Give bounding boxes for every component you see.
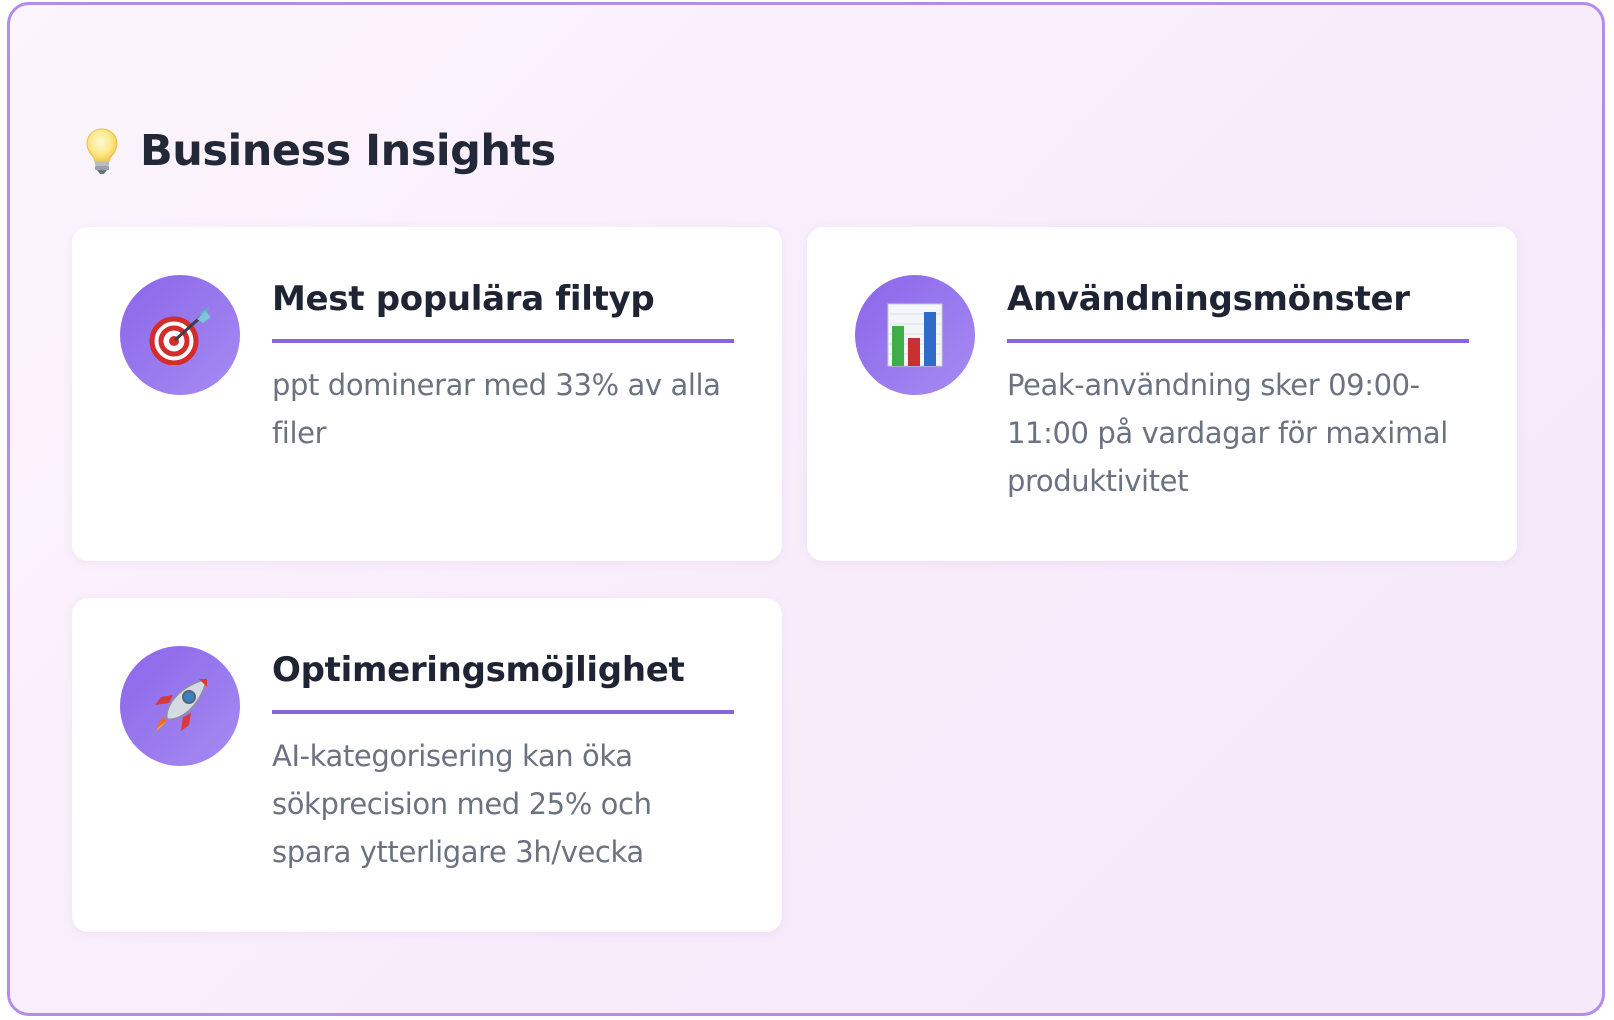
card-title: Användningsmönster	[1007, 279, 1469, 343]
card-title: Mest populära filtyp	[272, 279, 734, 343]
insight-card-popular-filetype: Mest populära filtyp ppt dominerar med 3…	[72, 227, 782, 561]
rocket-icon	[120, 646, 240, 766]
card-text: AI-kategorisering kan öka sökprecision m…	[272, 739, 652, 869]
bar-chart-icon	[855, 275, 975, 395]
section-title: Business Insights	[140, 126, 556, 176]
insight-card-usage-pattern: Användningsmönster Peak-användning sker …	[807, 227, 1517, 561]
card-text: Peak-användning sker 09:00-11:00 på vard…	[1007, 368, 1448, 498]
lightbulb-icon	[82, 125, 122, 177]
insight-card-optimization: Optimeringsmöjlighet AI-kategorisering k…	[72, 598, 782, 932]
insights-panel: Business Insights Mest populära filtyp p…	[7, 2, 1605, 1016]
target-dart-icon	[120, 275, 240, 395]
card-title: Optimeringsmöjlighet	[272, 650, 734, 714]
card-text: ppt dominerar med 33% av alla filer	[272, 368, 721, 450]
section-header: Business Insights	[82, 121, 556, 181]
